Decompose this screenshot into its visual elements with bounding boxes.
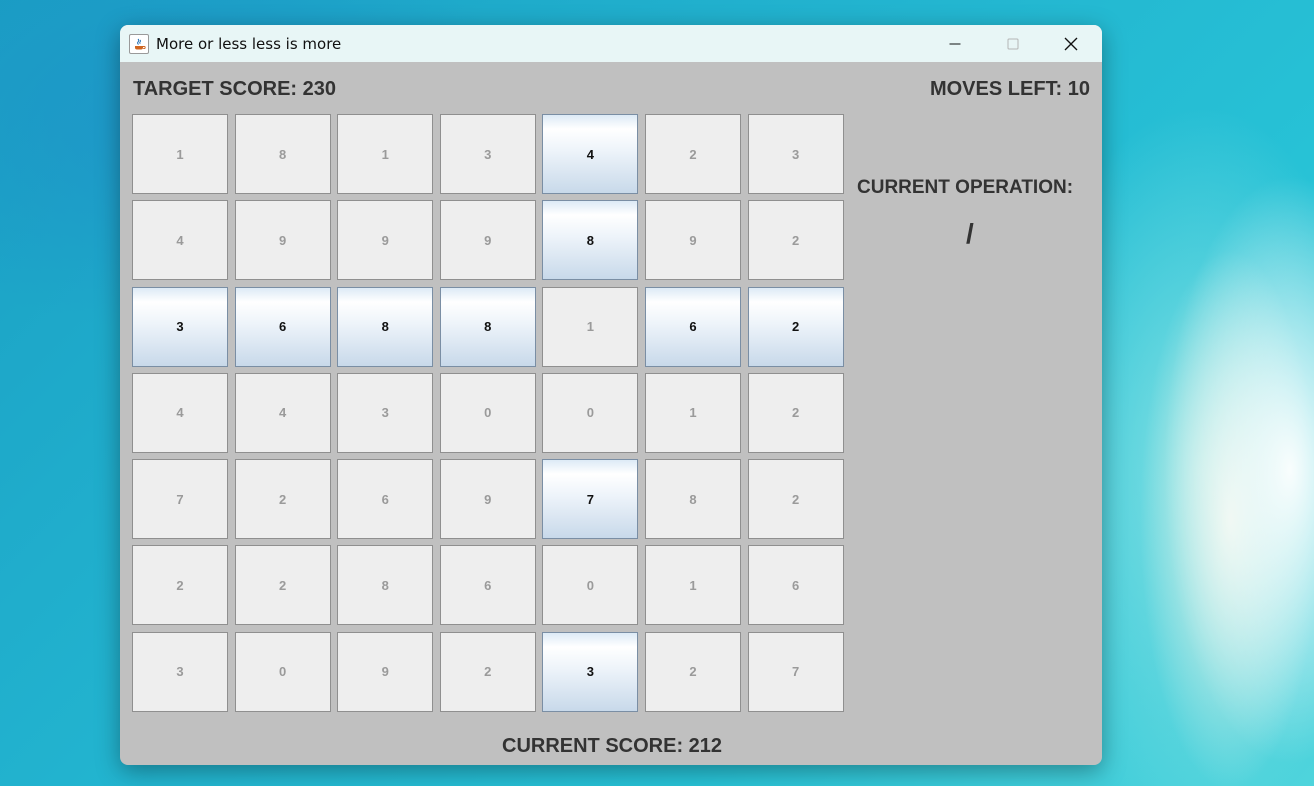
maximize-button[interactable] (984, 25, 1042, 62)
minimize-button[interactable] (926, 25, 984, 62)
grid-cell-r4-c2[interactable]: 4 (234, 372, 331, 453)
grid-cell-r2-c5[interactable]: 8 (542, 200, 639, 281)
window-title: More or less less is more (156, 34, 342, 53)
grid-cell-r6-c5[interactable]: 0 (542, 545, 639, 626)
grid-cell-r6-c3[interactable]: 8 (337, 545, 434, 626)
current-operation-label: CURRENT OPERATION: (857, 177, 1074, 198)
grid-cell-r3-c6[interactable]: 6 (644, 286, 741, 367)
grid-cell-r6-c6[interactable]: 1 (644, 545, 741, 626)
grid-cell-r3-c2[interactable]: 6 (234, 286, 331, 367)
grid-cell-r3-c4[interactable]: 8 (439, 286, 536, 367)
grid-cell-r1-c3[interactable]: 1 (337, 114, 434, 194)
grid-cell-r4-c4[interactable]: 0 (439, 372, 536, 453)
maximize-icon (1007, 38, 1019, 49)
grid-cell-r7-c1[interactable]: 3 (132, 631, 228, 712)
grid-cell-r6-c2[interactable]: 2 (234, 545, 331, 626)
java-app-icon[interactable] (129, 33, 149, 54)
grid-cell-r2-c1[interactable]: 4 (132, 200, 228, 281)
grid-cell-r6-c1[interactable]: 2 (132, 545, 228, 626)
grid-cell-r5-c4[interactable]: 9 (439, 459, 536, 540)
grid-cell-r5-c2[interactable]: 2 (234, 459, 331, 540)
grid-cell-r5-c7[interactable]: 2 (747, 459, 844, 540)
grid-cell-r2-c7[interactable]: 2 (747, 200, 844, 281)
grid-cell-r4-c1[interactable]: 4 (132, 372, 228, 453)
grid-cell-r1-c7[interactable]: 3 (747, 114, 844, 194)
grid-cell-r1-c6[interactable]: 2 (644, 114, 741, 194)
grid-cell-r1-c4[interactable]: 3 (439, 114, 536, 194)
grid-cell-r7-c3[interactable]: 9 (337, 631, 434, 712)
grid-cell-r2-c4[interactable]: 9 (439, 200, 536, 281)
grid-cell-r5-c3[interactable]: 6 (337, 459, 434, 540)
moves-left-label: MOVES LEFT: 10 (929, 78, 1090, 100)
game-window: More or less less is more TARGET SCORE: … (120, 25, 1102, 765)
grid-cell-r3-c3[interactable]: 8 (337, 286, 434, 367)
grid-cell-r2-c6[interactable]: 9 (644, 200, 741, 281)
grid-cell-r6-c4[interactable]: 6 (439, 545, 536, 626)
grid-cell-r1-c1[interactable]: 1 (132, 114, 228, 194)
grid-cell-r5-c1[interactable]: 7 (132, 459, 228, 540)
grid-cell-r7-c2[interactable]: 0 (234, 631, 331, 712)
grid-cell-r4-c7[interactable]: 2 (747, 372, 844, 453)
close-button[interactable] (1042, 25, 1100, 62)
grid-cell-r7-c5[interactable]: 3 (542, 631, 639, 712)
grid-cell-r4-c3[interactable]: 3 (337, 372, 434, 453)
grid-cell-r5-c6[interactable]: 8 (644, 459, 741, 540)
minimize-icon (949, 43, 961, 44)
number-grid: 1813423499989236881624430012726978222860… (132, 114, 844, 712)
grid-cell-r4-c5[interactable]: 0 (542, 372, 639, 453)
close-icon (1064, 37, 1078, 50)
grid-cell-r5-c5[interactable]: 7 (542, 459, 639, 540)
target-score-label: TARGET SCORE: 230 (133, 78, 336, 100)
game-panel: TARGET SCORE: 230 MOVES LEFT: 10 1813423… (120, 62, 1102, 765)
grid-cell-r1-c5[interactable]: 4 (542, 114, 639, 194)
grid-cell-r4-c6[interactable]: 1 (644, 372, 741, 453)
grid-cell-r3-c5[interactable]: 1 (542, 286, 639, 367)
grid-cell-r1-c2[interactable]: 8 (234, 114, 331, 194)
grid-cell-r3-c7[interactable]: 2 (747, 286, 844, 367)
grid-cell-r6-c7[interactable]: 6 (747, 545, 844, 626)
current-score-label: CURRENT SCORE: 212 (502, 735, 723, 757)
grid-cell-r3-c1[interactable]: 3 (132, 286, 228, 367)
grid-cell-r7-c6[interactable]: 2 (644, 631, 741, 712)
title-bar[interactable]: More or less less is more (120, 25, 1102, 62)
grid-cell-r2-c3[interactable]: 9 (337, 200, 434, 281)
grid-cell-r7-c4[interactable]: 2 (439, 631, 536, 712)
grid-cell-r2-c2[interactable]: 9 (234, 200, 331, 281)
current-operation-value: / (966, 218, 974, 249)
grid-cell-r7-c7[interactable]: 7 (747, 631, 844, 712)
